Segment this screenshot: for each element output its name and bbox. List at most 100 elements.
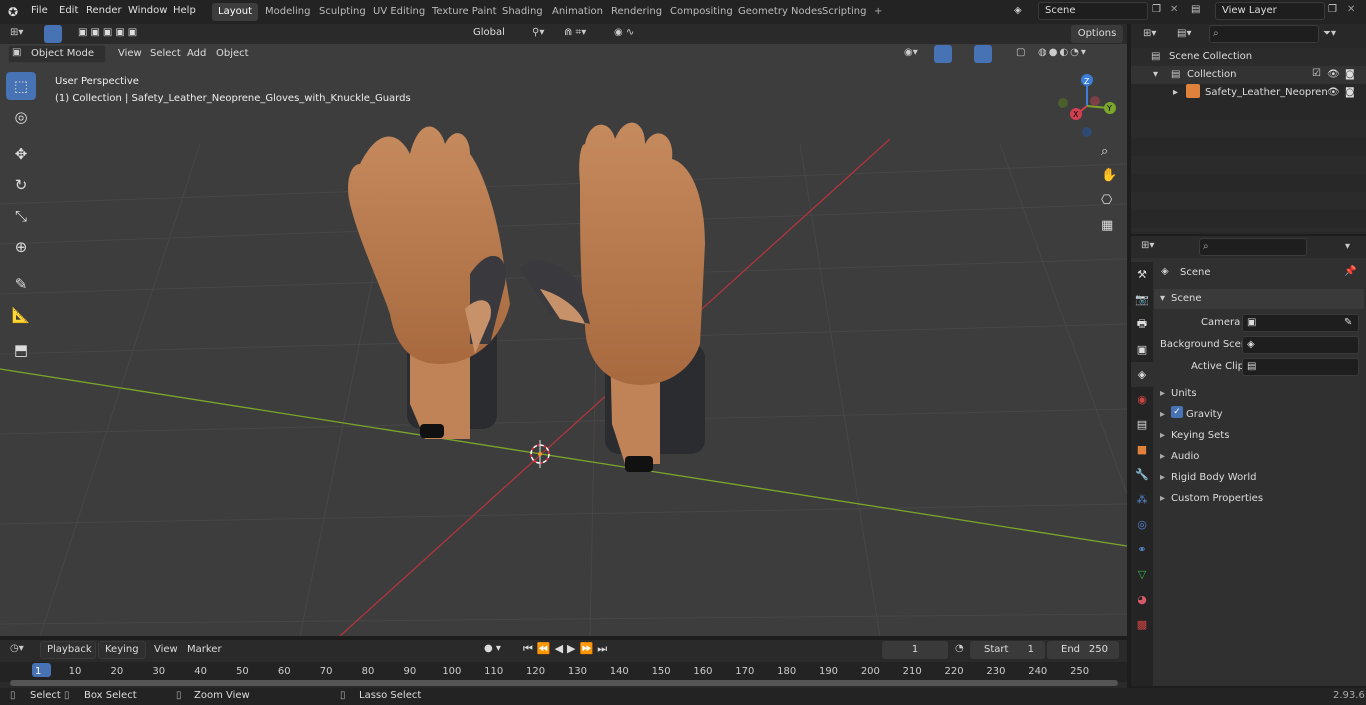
tab-constraints-icon[interactable]: ⚭ [1131, 537, 1153, 562]
background-scene-field[interactable] [1242, 336, 1359, 354]
scene-selector[interactable]: Scene [1038, 2, 1148, 20]
new-scene-icon[interactable]: ❐ [1152, 4, 1161, 15]
camera-view-icon[interactable]: ⎔ [1101, 193, 1112, 208]
zoom-icon[interactable]: ⌕ [1101, 144, 1108, 159]
proportional-edit-icon[interactable]: ◉ ∿ [614, 27, 634, 38]
annotate-tool-icon[interactable]: ✎ [6, 270, 36, 298]
tab-modifier-icon[interactable]: 🔧 [1131, 462, 1153, 487]
view-layer-icon[interactable]: ▤ [1191, 4, 1200, 15]
timeline-editor-icon[interactable]: ◷▾ [10, 643, 24, 654]
cursor-tool-icon[interactable]: ◎ [6, 103, 36, 131]
props-editor-icon[interactable]: ⊞▾ [1141, 240, 1154, 251]
panel-custom-properties[interactable]: Custom Properties [1171, 493, 1263, 504]
timeline-view-menu[interactable]: View [154, 644, 178, 655]
close-view-layer-icon[interactable]: ✕ [1347, 4, 1355, 15]
rotate-tool-icon[interactable]: ↻ [6, 171, 36, 199]
visibility-icon[interactable]: ◉▾ [904, 47, 918, 58]
menu-help[interactable]: Help [173, 5, 196, 16]
outliner-object[interactable]: Safety_Leather_Neopren [1205, 87, 1328, 98]
end-frame-field[interactable]: End 250 [1047, 641, 1119, 659]
tab-output-icon[interactable]: 🖶 [1131, 312, 1153, 337]
audio-expand-icon[interactable]: ▸ [1160, 451, 1165, 462]
collection-camera-icon[interactable]: ◙ [1345, 69, 1355, 80]
menu-select[interactable]: Select [150, 48, 181, 59]
tab-modeling[interactable]: Modeling [259, 3, 317, 21]
panel-audio[interactable]: Audio [1171, 451, 1199, 462]
outliner-collection[interactable]: Collection [1187, 69, 1236, 80]
tab-shading[interactable]: Shading [496, 3, 549, 21]
tab-texture-paint[interactable]: Texture Paint [426, 3, 503, 21]
select-tool-icon[interactable] [44, 25, 62, 43]
display-mode-icon[interactable]: ▤▾ [1177, 28, 1191, 39]
panel-gravity[interactable]: Gravity [1186, 409, 1223, 420]
collection-eye-icon[interactable]: 👁 [1327, 69, 1340, 80]
move-tool-icon[interactable]: ✥ [6, 140, 36, 168]
tab-view-layer-icon[interactable]: ▣ [1131, 337, 1153, 362]
shading-mode-icons[interactable]: ◍●◐◔▾ [1038, 47, 1088, 58]
ortho-toggle-icon[interactable]: ▦ [1101, 218, 1113, 233]
timeline-marker-menu[interactable]: Marker [187, 644, 222, 655]
pivot-icon[interactable]: ⚲▾ [532, 27, 544, 38]
menu-add[interactable]: Add [187, 48, 206, 59]
close-scene-icon[interactable]: ✕ [1170, 4, 1178, 15]
tab-texture-icon[interactable]: ▩ [1131, 612, 1153, 637]
outliner-scene-collection[interactable]: Scene Collection [1169, 51, 1252, 62]
custom-props-expand-icon[interactable]: ▸ [1160, 493, 1165, 504]
gizmo-toggle-icon[interactable] [934, 45, 952, 63]
playback-controls-icons[interactable]: ⏮⏪◀▶⏩⏭ [523, 642, 611, 656]
menu-object[interactable]: Object [216, 48, 249, 59]
keying-menu[interactable]: Keying [98, 641, 146, 659]
overlay-toggle-icon[interactable] [974, 45, 992, 63]
options-button[interactable]: Options [1071, 25, 1123, 43]
right-glove[interactable] [520, 122, 705, 472]
xray-icon[interactable]: ▢ [1016, 47, 1025, 58]
tab-physics-icon[interactable]: ◎ [1131, 512, 1153, 537]
playback-menu[interactable]: Playback [40, 641, 96, 659]
tab-compositing[interactable]: Compositing [664, 3, 739, 21]
object-eye-icon[interactable]: 👁 [1327, 87, 1340, 98]
tab-data-icon[interactable]: ▽ [1131, 562, 1153, 587]
pan-hand-icon[interactable]: ✋ [1101, 168, 1117, 183]
add-cube-tool-icon[interactable]: ⬒ [6, 336, 36, 364]
menu-edit[interactable]: Edit [59, 5, 78, 16]
rigid-body-expand-icon[interactable]: ▸ [1160, 472, 1165, 483]
snap-icon[interactable]: ⋒ ⌗▾ [564, 27, 586, 38]
outliner-editor-icon[interactable]: ⊞▾ [1143, 28, 1156, 39]
select-box-tool-icon[interactable]: ⬚ [6, 72, 36, 100]
record-icon[interactable]: ● ▾ [484, 643, 501, 654]
filter-icon[interactable]: ⏷▾ [1323, 28, 1336, 39]
tab-layout[interactable]: Layout [212, 3, 258, 21]
timeline-scrollbar[interactable] [10, 680, 1118, 686]
tab-tool-icon[interactable]: ⚒ [1131, 262, 1153, 287]
tab-scripting[interactable]: Scripting [816, 3, 872, 21]
tab-scene-icon[interactable]: ◈ [1131, 362, 1153, 387]
measure-tool-icon[interactable]: 📐 [6, 301, 36, 329]
tab-sculpting[interactable]: Sculpting [313, 3, 372, 21]
current-frame-field[interactable]: 1 [882, 641, 948, 659]
collection-expand-icon[interactable]: ▾ [1153, 69, 1158, 80]
pin-icon[interactable]: 📌 [1344, 266, 1356, 277]
gravity-checkbox[interactable]: ✓ [1171, 406, 1183, 418]
tab-object-icon[interactable]: ■ [1131, 437, 1153, 462]
props-options-icon[interactable]: ▾ [1345, 241, 1350, 252]
3d-cursor[interactable] [530, 440, 550, 468]
add-workspace-icon[interactable]: + [868, 3, 888, 21]
object-expand-icon[interactable]: ▸ [1173, 87, 1178, 98]
scale-tool-icon[interactable]: ⤡ [6, 202, 36, 230]
tab-particles-icon[interactable]: ⁂ [1131, 487, 1153, 512]
object-camera-icon[interactable]: ◙ [1345, 87, 1355, 98]
units-expand-icon[interactable]: ▸ [1160, 388, 1165, 399]
outliner-search[interactable] [1209, 25, 1319, 43]
menu-file[interactable]: File [31, 5, 48, 16]
transform-tool-icon[interactable]: ⊕ [6, 233, 36, 261]
panel-keying-sets[interactable]: Keying Sets [1171, 430, 1229, 441]
tab-collection-icon[interactable]: ▤ [1131, 412, 1153, 437]
3d-viewport[interactable]: Z Y X User Perspective (1) Collection | … [0, 44, 1127, 636]
tab-uv-editing[interactable]: UV Editing [367, 3, 431, 21]
gravity-expand-icon[interactable]: ▸ [1160, 409, 1165, 420]
active-clip-field[interactable] [1242, 358, 1359, 376]
new-view-layer-icon[interactable]: ❐ [1328, 4, 1337, 15]
menu-window[interactable]: Window [128, 5, 167, 16]
tab-geometry-nodes[interactable]: Geometry Nodes [732, 3, 828, 21]
tab-rendering[interactable]: Rendering [605, 3, 668, 21]
